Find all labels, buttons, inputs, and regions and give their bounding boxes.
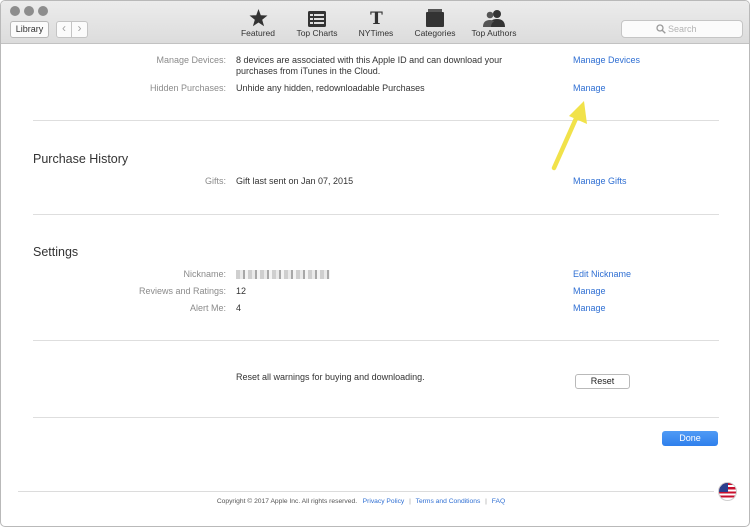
alert-me-label: Alert Me: [189, 303, 226, 313]
redacted-text [236, 270, 330, 279]
tab-label: NYTimes [358, 28, 394, 38]
tab-top-charts[interactable]: Top Charts [285, 8, 349, 38]
divider [33, 214, 719, 215]
minimize-window-button[interactable] [24, 6, 34, 16]
search-field[interactable]: Search [621, 20, 743, 38]
people-icon [483, 10, 505, 27]
gifts-value: Gift last sent on Jan 07, 2015 [236, 176, 354, 186]
divider [33, 120, 719, 121]
zoom-window-button[interactable] [38, 6, 48, 16]
faq-link[interactable]: FAQ [492, 498, 505, 505]
footer-divider [18, 491, 714, 492]
privacy-policy-link[interactable]: Privacy Policy [363, 498, 405, 505]
nytimes-icon: T [370, 9, 383, 27]
tab-label: Top Authors [471, 28, 517, 38]
us-flag-icon[interactable] [718, 482, 737, 501]
app-window: Library ‹ › Featured Top Charts T NYTime… [0, 0, 750, 527]
reviews-value: 12 [236, 286, 247, 296]
hidden-purchases-manage-link[interactable]: Manage [573, 83, 606, 94]
terms-link[interactable]: Terms and Conditions [416, 498, 481, 505]
alert-me-manage-link[interactable]: Manage [573, 303, 606, 314]
star-icon [249, 9, 267, 27]
footer-separator: | [485, 498, 487, 505]
reviews-label: Reviews and Ratings: [138, 286, 226, 296]
back-button[interactable]: ‹ [56, 21, 72, 38]
reset-warnings-text: Reset all warnings for buying and downlo… [236, 372, 425, 382]
edit-nickname-link[interactable]: Edit Nickname [573, 269, 631, 280]
search-placeholder: Search [668, 24, 697, 34]
tab-label: Top Charts [296, 28, 338, 38]
footer: Copyright © 2017 Apple Inc. All rights r… [1, 498, 721, 505]
done-button[interactable]: Done [662, 431, 718, 446]
tab-label: Categories [414, 28, 456, 38]
gifts-label: Gifts: [204, 176, 226, 186]
reset-button[interactable]: Reset [575, 374, 630, 389]
alert-me-value: 4 [236, 303, 242, 313]
list-icon [308, 11, 326, 27]
search-icon [656, 24, 666, 34]
books-icon [426, 9, 444, 27]
svg-text:T: T [370, 9, 383, 27]
tab-featured[interactable]: Featured [226, 8, 290, 38]
nickname-label: Nickname: [183, 269, 226, 279]
toolbar: Library ‹ › Featured Top Charts T NYTime… [1, 1, 749, 44]
annotation-arrow-icon [551, 101, 587, 171]
divider [33, 417, 719, 418]
manage-devices-value: 8 devices are associated with this Apple… [236, 55, 503, 76]
close-window-button[interactable] [10, 6, 20, 16]
reviews-manage-link[interactable]: Manage [573, 286, 606, 297]
manage-devices-link[interactable]: Manage Devices [573, 55, 640, 66]
settings-title: Settings [33, 245, 79, 259]
tab-top-authors[interactable]: Top Authors [462, 8, 526, 38]
tab-nytimes[interactable]: T NYTimes [344, 8, 408, 38]
tab-label: Featured [240, 28, 276, 38]
divider [33, 340, 719, 341]
footer-separator: | [409, 498, 411, 505]
account-content: Manage Devices: 8 devices are associated… [1, 45, 749, 526]
hidden-purchases-label: Hidden Purchases: [149, 83, 226, 93]
nickname-value-redacted [236, 270, 536, 282]
purchase-history-title: Purchase History [33, 152, 129, 166]
hidden-purchases-value: Unhide any hidden, redownloadable Purcha… [236, 83, 425, 93]
manage-devices-label: Manage Devices: [156, 55, 226, 65]
forward-button[interactable]: › [72, 21, 88, 38]
tab-categories[interactable]: Categories [403, 8, 467, 38]
library-button[interactable]: Library [10, 21, 49, 38]
copyright-text: Copyright © 2017 Apple Inc. All rights r… [216, 498, 358, 505]
manage-gifts-link[interactable]: Manage Gifts [573, 176, 627, 187]
